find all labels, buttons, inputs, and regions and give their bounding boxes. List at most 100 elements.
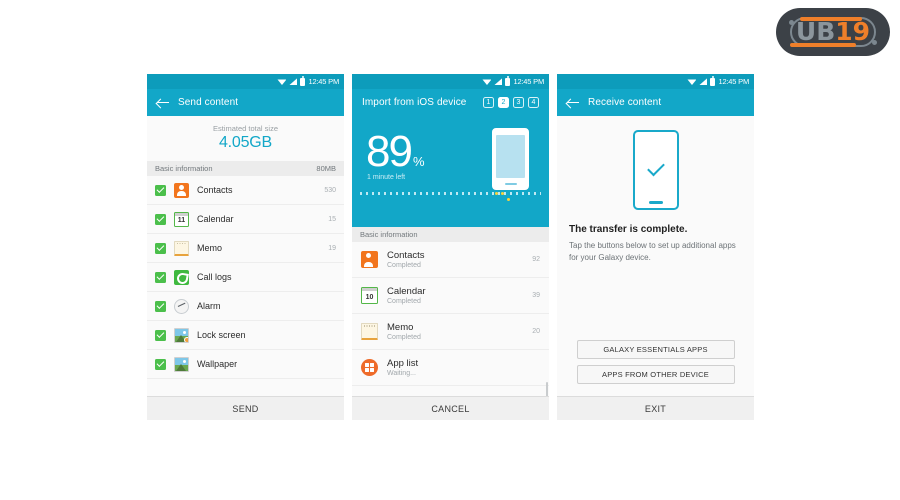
list-item-label: Contacts — [387, 250, 425, 261]
list-item-text: App list Waiting... — [387, 358, 531, 377]
status-bar-time: 12:45 PM — [308, 77, 339, 86]
transfer-complete-panel: The transfer is complete. Tap the button… — [557, 116, 754, 396]
app-bar-1: Send content — [147, 89, 344, 116]
apps-from-other-device-button[interactable]: APPS FROM OTHER DEVICE — [576, 365, 735, 384]
app-list-grid — [365, 363, 374, 372]
list-item[interactable]: App list Waiting... — [352, 350, 549, 386]
list-item-count: 20 — [532, 328, 540, 335]
list-item-count: 530 — [324, 186, 336, 194]
scrollbar[interactable] — [546, 382, 548, 396]
checkbox-calendar[interactable] — [155, 213, 166, 225]
page-title: Receive content — [588, 97, 662, 108]
alarm-icon — [174, 298, 189, 314]
cancel-button[interactable]: CANCEL — [352, 396, 549, 420]
step-2[interactable]: 2 — [498, 97, 509, 108]
battery-icon — [710, 75, 716, 86]
list-item-text: Calendar Completed — [387, 286, 523, 305]
wifi-icon — [482, 79, 492, 85]
time-remaining-label: 1 minute left — [367, 174, 406, 181]
checkmark-icon — [646, 158, 665, 176]
status-bar-3: 12:45 PM — [557, 74, 754, 89]
transfer-progress-panel: 89 % 1 minute left — [352, 116, 549, 227]
device-home-bar — [504, 182, 517, 185]
screenshot-row: 12:45 PM Send content Estimated total si… — [147, 74, 754, 420]
section-header-basic-info: Basic information — [352, 227, 549, 242]
send-button[interactable]: SEND — [147, 396, 344, 420]
page-title: Send content — [178, 97, 239, 108]
battery-icon — [505, 75, 511, 86]
section-header-label: Basic information — [155, 164, 213, 173]
list-item[interactable]: 10 Calendar Completed 39 — [352, 278, 549, 314]
list-item-status: Completed — [387, 298, 421, 305]
list-item-label: App list — [387, 358, 419, 369]
list-item[interactable]: Memo Completed 20 — [352, 314, 549, 350]
transfer-dot-yellow-2 — [501, 192, 504, 195]
list-item[interactable]: Contacts 530 — [147, 176, 344, 205]
list-item-label: Contacts — [197, 185, 233, 195]
calendar-icon: 10 — [361, 287, 378, 304]
list-item-count: 92 — [532, 256, 540, 263]
list-item[interactable]: Alarm — [147, 292, 344, 321]
list-item-label: Lock screen — [197, 330, 246, 340]
back-arrow-icon[interactable] — [157, 97, 169, 109]
list-item[interactable]: Wallpaper — [147, 350, 344, 379]
transfer-dot-yellow-4 — [507, 198, 510, 201]
phone-screen-send-content: 12:45 PM Send content Estimated total si… — [147, 74, 344, 420]
additional-apps-buttons: GALAXY ESSENTIALS APPS APPS FROM OTHER D… — [569, 340, 742, 396]
signal-icon — [699, 78, 708, 85]
target-device-icon — [492, 128, 529, 190]
lock-screen-icon — [174, 327, 189, 343]
calendar-icon-header — [362, 288, 377, 291]
checkbox-lock-screen[interactable] — [155, 329, 166, 341]
calendar-icon-day: 10 — [365, 294, 374, 301]
battery-icon — [300, 75, 306, 86]
app-bar-2: Import from iOS device 1 2 3 4 — [352, 89, 549, 116]
wallpaper-icon — [174, 356, 189, 372]
contacts-icon — [174, 182, 189, 198]
galaxy-essentials-apps-button[interactable]: GALAXY ESSENTIALS APPS — [576, 340, 735, 359]
back-arrow-icon[interactable] — [567, 97, 579, 109]
progress-percent-group: 89 % — [366, 130, 425, 174]
list-item-label: Alarm — [197, 301, 221, 311]
step-1[interactable]: 1 — [483, 97, 494, 108]
list-item-label: Calendar — [197, 214, 234, 224]
exit-button[interactable]: EXIT — [557, 396, 754, 420]
status-bar-time: 12:45 PM — [513, 77, 544, 86]
step-3[interactable]: 3 — [513, 97, 524, 108]
list-item[interactable]: 11 Calendar 15 — [147, 205, 344, 234]
step-4[interactable]: 4 — [528, 97, 539, 108]
logo-text-ub: UB — [795, 17, 836, 46]
transfer-dotted-line — [360, 192, 541, 195]
logo-wordmark: UB 19 — [776, 8, 890, 56]
transfer-dot-yellow-1 — [495, 192, 498, 195]
status-bar-time: 12:45 PM — [718, 77, 749, 86]
app-list-icon — [361, 359, 378, 376]
calendar-icon-header — [175, 212, 188, 216]
memo-icon — [174, 240, 189, 256]
checkbox-contacts[interactable] — [155, 184, 166, 196]
transfer-complete-headline: The transfer is complete. — [569, 224, 688, 235]
list-item[interactable]: Lock screen — [147, 321, 344, 350]
device-screen-fill — [496, 135, 525, 178]
estimated-total-block: Estimated total size 4.05GB — [147, 116, 344, 161]
contacts-icon — [361, 251, 378, 268]
step-indicator: 1 2 3 4 — [483, 97, 539, 108]
calendar-icon: 11 — [174, 211, 189, 227]
phone-screen-import-ios: 12:45 PM Import from iOS device 1 2 3 4 … — [352, 74, 549, 420]
list-item-status: Completed — [387, 334, 421, 341]
estimated-total-label: Estimated total size — [212, 124, 279, 133]
phone-screen-receive-content: 12:45 PM Receive content The transfer is… — [557, 74, 754, 420]
list-item-status: Waiting... — [387, 370, 416, 377]
checkbox-wallpaper[interactable] — [155, 358, 166, 370]
list-item[interactable]: Contacts Completed 92 — [352, 242, 549, 278]
list-item-label: Call logs — [197, 272, 232, 282]
checkbox-alarm[interactable] — [155, 300, 166, 312]
list-item[interactable]: Call logs — [147, 263, 344, 292]
lock-badge-icon — [184, 336, 188, 342]
list-item[interactable]: Memo 19 — [147, 234, 344, 263]
list-item-label: Calendar — [387, 286, 426, 297]
wifi-icon — [687, 79, 697, 85]
checkbox-memo[interactable] — [155, 242, 166, 254]
checkbox-call-logs[interactable] — [155, 271, 166, 283]
transfer-complete-description: Tap the buttons below to set up addition… — [569, 241, 736, 262]
